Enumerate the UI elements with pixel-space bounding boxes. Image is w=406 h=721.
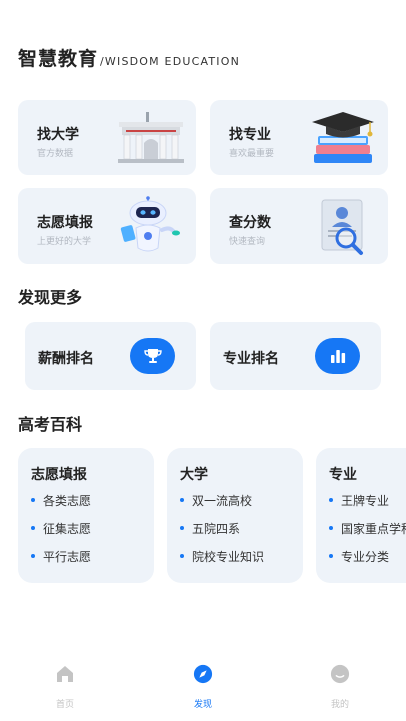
wiki-item-label: 征集志愿 <box>43 522 92 536</box>
card-subtitle: 上更好的大学 <box>37 237 92 247</box>
card-title: 找大学 <box>37 127 79 143</box>
wiki-card-title: 大学 <box>180 467 208 483</box>
bullet-dot <box>31 497 35 502</box>
wiki-card-title: 专业 <box>329 467 357 483</box>
page-header: 智慧教育 /WISDOM EDUCATION <box>18 44 240 71</box>
volunteer-filling-card[interactable]: 志愿填报 上更好的大学 <box>18 188 196 264</box>
card-title: 志愿填报 <box>37 215 93 231</box>
wiki-card-university[interactable]: 大学 双一流高校 五院四系 院校专业知识 <box>167 448 303 583</box>
card-subtitle: 喜欢最重要 <box>229 149 275 159</box>
encyclopedia-section-title: 高考百科 <box>18 415 83 434</box>
graduation-books-icon <box>312 112 374 163</box>
robot-icon <box>120 196 180 252</box>
tab-discover[interactable]: 发现 <box>173 664 233 710</box>
bullet-dot <box>31 525 35 530</box>
salary-ranking-card[interactable]: 薪酬排名 <box>25 322 196 390</box>
wiki-list: 各类志愿 征集志愿 平行志愿 <box>31 492 91 576</box>
wiki-list-item[interactable]: 五院四系 <box>180 520 264 548</box>
card-title: 找专业 <box>229 127 271 143</box>
wiki-item-label: 王牌专业 <box>341 494 390 508</box>
tab-home[interactable]: 首页 <box>35 664 95 710</box>
compass-icon <box>193 664 213 684</box>
wiki-list-item[interactable]: 院校专业知识 <box>180 548 264 576</box>
card-subtitle: 快速查询 <box>229 237 266 247</box>
wiki-card-title: 志愿填报 <box>31 467 87 483</box>
bullet-dot <box>31 553 35 558</box>
trophy-button[interactable] <box>130 338 175 374</box>
profile-icon <box>330 664 350 684</box>
wiki-list: 王牌专业 国家重点学科 专业分类 <box>329 492 406 576</box>
bullet-dot <box>329 497 333 502</box>
wiki-list-item[interactable]: 双一流高校 <box>180 492 264 520</box>
tab-label: 我的 <box>330 700 349 710</box>
card-title: 查分数 <box>229 215 271 231</box>
wiki-list-item[interactable]: 王牌专业 <box>329 492 406 520</box>
wiki-card-major[interactable]: 专业 王牌专业 国家重点学科 专业分类 <box>316 448 406 583</box>
salary-ranking-label: 薪酬排名 <box>38 351 94 367</box>
wiki-item-label: 专业分类 <box>341 550 390 564</box>
tab-profile[interactable]: 我的 <box>310 664 370 710</box>
wiki-item-label: 双一流高校 <box>192 494 253 508</box>
discover-section-title: 发现更多 <box>18 288 83 307</box>
wiki-list-item[interactable]: 各类志愿 <box>31 492 91 520</box>
major-ranking-label: 专业排名 <box>223 351 279 367</box>
score-search-icon <box>321 199 363 255</box>
tab-label: 首页 <box>55 700 74 710</box>
wiki-list-item[interactable]: 平行志愿 <box>31 548 91 576</box>
wiki-item-label: 平行志愿 <box>43 550 92 564</box>
bullet-dot <box>180 525 184 530</box>
tab-label: 发现 <box>193 700 212 710</box>
find-university-card[interactable]: 找大学 官方数据 <box>18 100 196 175</box>
home-icon <box>55 664 75 684</box>
bullet-dot <box>329 525 333 530</box>
wiki-card-volunteer[interactable]: 志愿填报 各类志愿 征集志愿 平行志愿 <box>18 448 154 583</box>
wiki-list-item[interactable]: 专业分类 <box>329 548 406 576</box>
wiki-list-item[interactable]: 国家重点学科 <box>329 520 406 548</box>
bar-chart-button[interactable] <box>315 338 360 374</box>
university-gate-icon <box>118 112 184 163</box>
page-subtitle-en: /WISDOM EDUCATION <box>100 55 241 68</box>
check-score-card[interactable]: 查分数 快速查询 <box>210 188 388 264</box>
wiki-item-label: 五院四系 <box>192 522 241 536</box>
card-subtitle: 官方数据 <box>37 149 74 159</box>
wiki-item-label: 院校专业知识 <box>192 550 265 564</box>
wiki-list: 双一流高校 五院四系 院校专业知识 <box>180 492 264 576</box>
bar-chart-icon <box>330 350 345 363</box>
trophy-icon <box>143 349 162 363</box>
wiki-list-item[interactable]: 征集志愿 <box>31 520 91 548</box>
bullet-dot <box>180 553 184 558</box>
find-major-card[interactable]: 找专业 喜欢最重要 <box>210 100 388 175</box>
bullet-dot <box>180 497 184 502</box>
bottom-tab-bar: 首页 发现 我的 <box>0 650 406 721</box>
bullet-dot <box>329 553 333 558</box>
major-ranking-card[interactable]: 专业排名 <box>210 322 381 390</box>
page-title: 智慧教育 <box>18 48 99 70</box>
wiki-item-label: 各类志愿 <box>43 494 92 508</box>
wiki-item-label: 国家重点学科 <box>341 522 406 536</box>
